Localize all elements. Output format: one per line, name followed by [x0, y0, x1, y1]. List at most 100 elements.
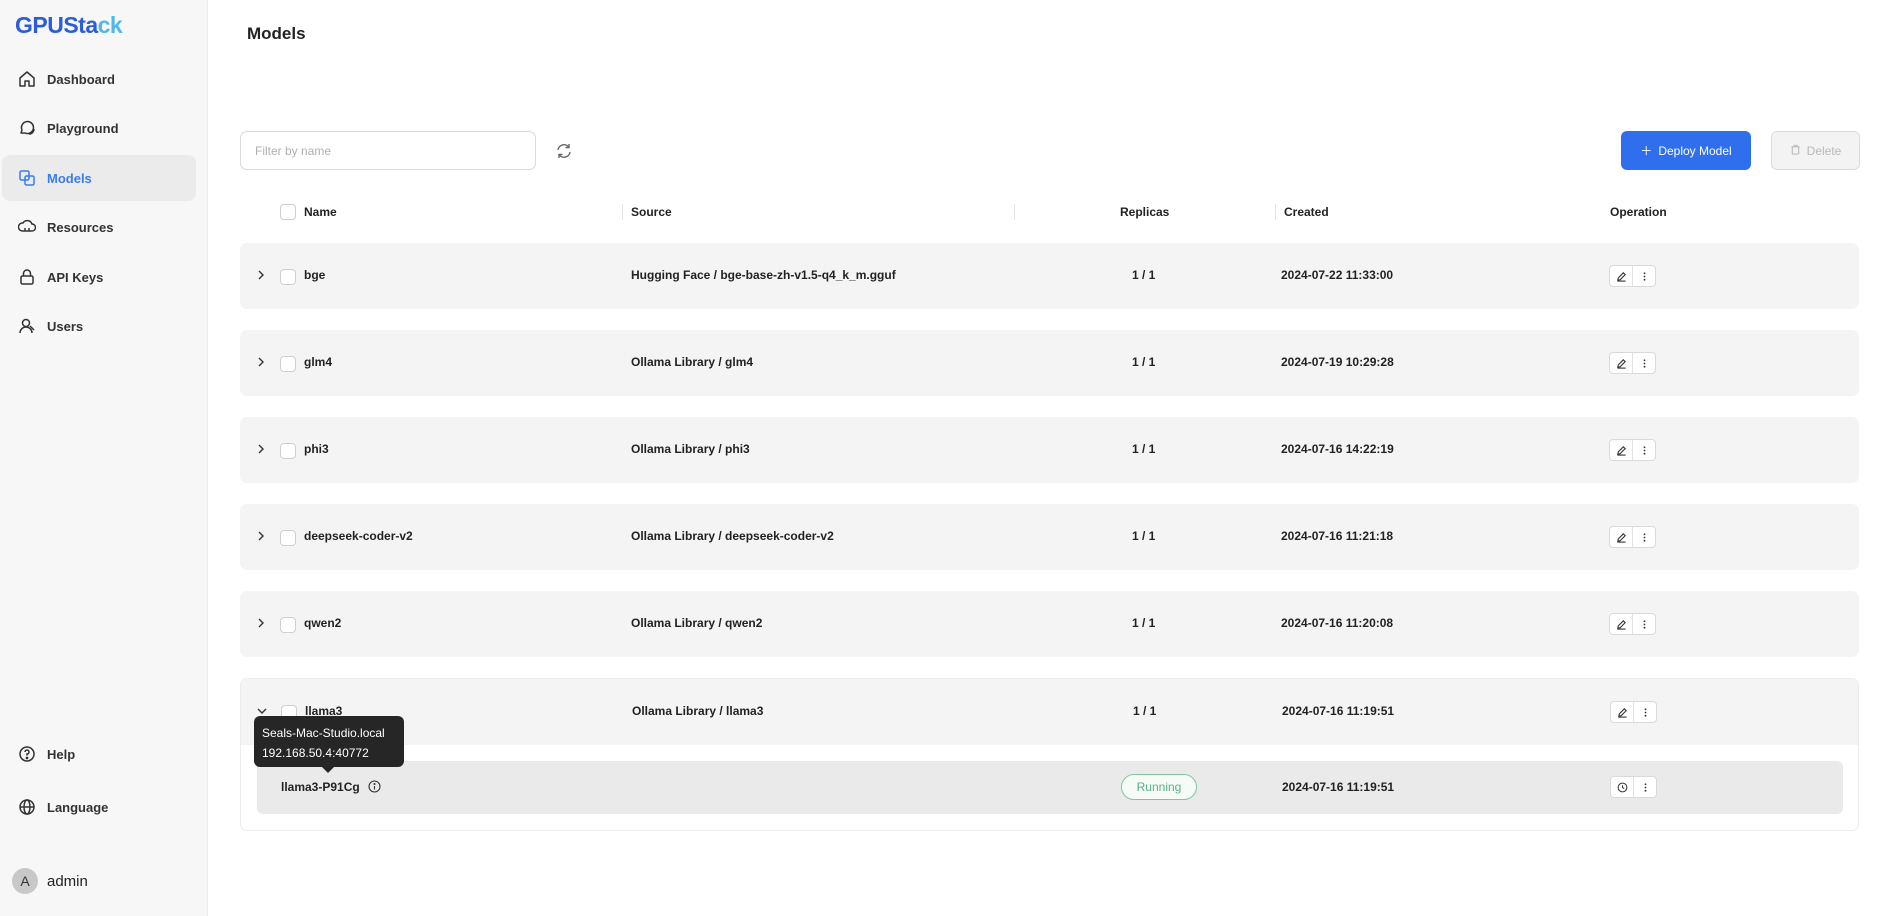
info-icon[interactable]: [368, 780, 381, 793]
model-created: 2024-07-16 11:20:08: [1281, 616, 1394, 630]
model-source: Hugging Face / bge-base-zh-v1.5-q4_k_m.g…: [631, 268, 896, 282]
worker-tooltip: Seals-Mac-Studio.local 192.168.50.4:4077…: [254, 716, 404, 773]
more-icon[interactable]: [1632, 614, 1655, 634]
search-input[interactable]: [240, 131, 536, 170]
chat-icon: [18, 119, 36, 137]
header-name[interactable]: Name: [304, 205, 337, 219]
model-created: 2024-07-16 14:22:19: [1281, 442, 1394, 456]
status-badge: Running: [1121, 774, 1197, 800]
column-divider: [1275, 204, 1276, 220]
row-checkbox[interactable]: [280, 356, 296, 372]
table-row[interactable]: llama3 Ollama Library / llama3 1 / 1 202…: [241, 679, 1858, 745]
tooltip-address: 192.168.50.4:40772: [262, 746, 369, 760]
operation-group: [1610, 701, 1657, 723]
more-icon[interactable]: [1632, 266, 1655, 286]
header-created[interactable]: Created: [1284, 205, 1329, 219]
header-replicas[interactable]: Replicas: [1120, 205, 1169, 219]
row-checkbox[interactable]: [280, 530, 296, 546]
clock-icon[interactable]: [1611, 777, 1633, 797]
deploy-model-label: Deploy Model: [1658, 143, 1732, 158]
model-replicas: 1 / 1: [1132, 616, 1156, 630]
instance-row[interactable]: llama3-P91Cg Running 2024-07-16 11:19:51: [257, 761, 1843, 814]
model-created: 2024-07-19 10:29:28: [1281, 355, 1394, 369]
row-checkbox[interactable]: [280, 269, 296, 285]
edit-icon[interactable]: [1610, 266, 1632, 286]
instance-name: llama3-P91Cg: [281, 780, 360, 794]
edit-icon[interactable]: [1611, 702, 1633, 722]
model-source: Ollama Library / glm4: [631, 355, 754, 369]
table-row[interactable]: bge Hugging Face / bge-base-zh-v1.5-q4_k…: [240, 243, 1859, 309]
user-menu[interactable]: A admin: [12, 868, 88, 894]
model-source: Ollama Library / qwen2: [631, 616, 763, 630]
table-row[interactable]: glm4 Ollama Library / glm4 1 / 1 2024-07…: [240, 330, 1859, 396]
deploy-model-button[interactable]: ＋ Deploy Model: [1621, 131, 1751, 170]
header-operation: Operation: [1610, 205, 1667, 219]
delete-button[interactable]: Delete: [1771, 131, 1860, 170]
row-checkbox[interactable]: [280, 443, 296, 459]
operation-group: [1609, 526, 1656, 548]
operation-group: [1609, 439, 1656, 461]
sidebar-item-dashboard[interactable]: Dashboard: [2, 56, 196, 102]
instance-created: 2024-07-16 11:19:51: [1282, 780, 1395, 794]
model-name: bge: [304, 268, 326, 282]
refresh-icon[interactable]: [554, 141, 574, 161]
model-replicas: 1 / 1: [1132, 355, 1156, 369]
column-divider: [622, 204, 623, 220]
model-created: 2024-07-16 11:19:51: [1282, 704, 1395, 718]
model-created: 2024-07-22 11:33:00: [1281, 268, 1394, 282]
models-icon: [18, 169, 36, 187]
operation-group: [1609, 613, 1656, 635]
sidebar-item-playground[interactable]: Playground: [2, 105, 196, 151]
more-icon[interactable]: [1632, 527, 1655, 547]
sidebar-item-label: Resources: [47, 219, 114, 235]
model-replicas: 1 / 1: [1132, 529, 1156, 543]
model-replicas: 1 / 1: [1132, 268, 1156, 282]
sidebar-item-users[interactable]: Users: [2, 303, 196, 349]
sidebar-item-label: Help: [47, 746, 76, 762]
help-icon: [18, 745, 36, 763]
home-icon: [18, 70, 36, 88]
more-icon[interactable]: [1632, 353, 1655, 373]
sidebar-item-language[interactable]: Language: [2, 784, 196, 830]
model-source: Ollama Library / llama3: [632, 704, 764, 718]
tooltip-hostname: Seals-Mac-Studio.local: [262, 726, 385, 740]
chevron-right-icon[interactable]: [254, 442, 268, 456]
table-row[interactable]: qwen2 Ollama Library / qwen2 1 / 1 2024-…: [240, 591, 1859, 657]
chevron-right-icon[interactable]: [254, 355, 268, 369]
model-name: glm4: [304, 355, 333, 369]
table-row[interactable]: phi3 Ollama Library / phi3 1 / 1 2024-07…: [240, 417, 1859, 483]
sidebar-item-api-keys[interactable]: API Keys: [2, 254, 196, 300]
model-replicas: 1 / 1: [1133, 704, 1157, 718]
more-icon[interactable]: [1633, 777, 1656, 797]
select-all-checkbox[interactable]: [280, 204, 296, 220]
expanded-table-row: llama3 Ollama Library / llama3 1 / 1 202…: [240, 678, 1859, 831]
edit-icon[interactable]: [1610, 527, 1632, 547]
model-created: 2024-07-16 11:21:18: [1281, 529, 1394, 543]
sidebar: GPUStack Dashboard Playground Models Res…: [0, 0, 208, 916]
sidebar-item-label: API Keys: [47, 269, 104, 285]
sidebar-item-models[interactable]: Models: [2, 155, 196, 201]
chevron-right-icon[interactable]: [254, 616, 268, 630]
chevron-right-icon[interactable]: [254, 268, 268, 282]
sidebar-item-help[interactable]: Help: [2, 731, 196, 777]
users-icon: [18, 317, 36, 335]
app-logo[interactable]: GPUStack: [15, 12, 123, 39]
model-replicas: 1 / 1: [1132, 442, 1156, 456]
sidebar-item-label: Dashboard: [47, 71, 115, 87]
operation-group: [1609, 352, 1656, 374]
edit-icon[interactable]: [1610, 353, 1632, 373]
more-icon[interactable]: [1632, 440, 1655, 460]
edit-icon[interactable]: [1610, 614, 1632, 634]
row-checkbox[interactable]: [280, 617, 296, 633]
user-name: admin: [47, 872, 88, 890]
plus-icon: ＋: [1640, 144, 1653, 158]
more-icon[interactable]: [1633, 702, 1656, 722]
sidebar-item-resources[interactable]: Resources: [2, 204, 196, 250]
table-row[interactable]: deepseek-coder-v2 Ollama Library / deeps…: [240, 504, 1859, 570]
chevron-right-icon[interactable]: [254, 529, 268, 543]
header-source[interactable]: Source: [631, 205, 672, 219]
edit-icon[interactable]: [1610, 440, 1632, 460]
model-name: qwen2: [304, 616, 342, 630]
model-source: Ollama Library / phi3: [631, 442, 750, 456]
avatar: A: [12, 868, 38, 894]
